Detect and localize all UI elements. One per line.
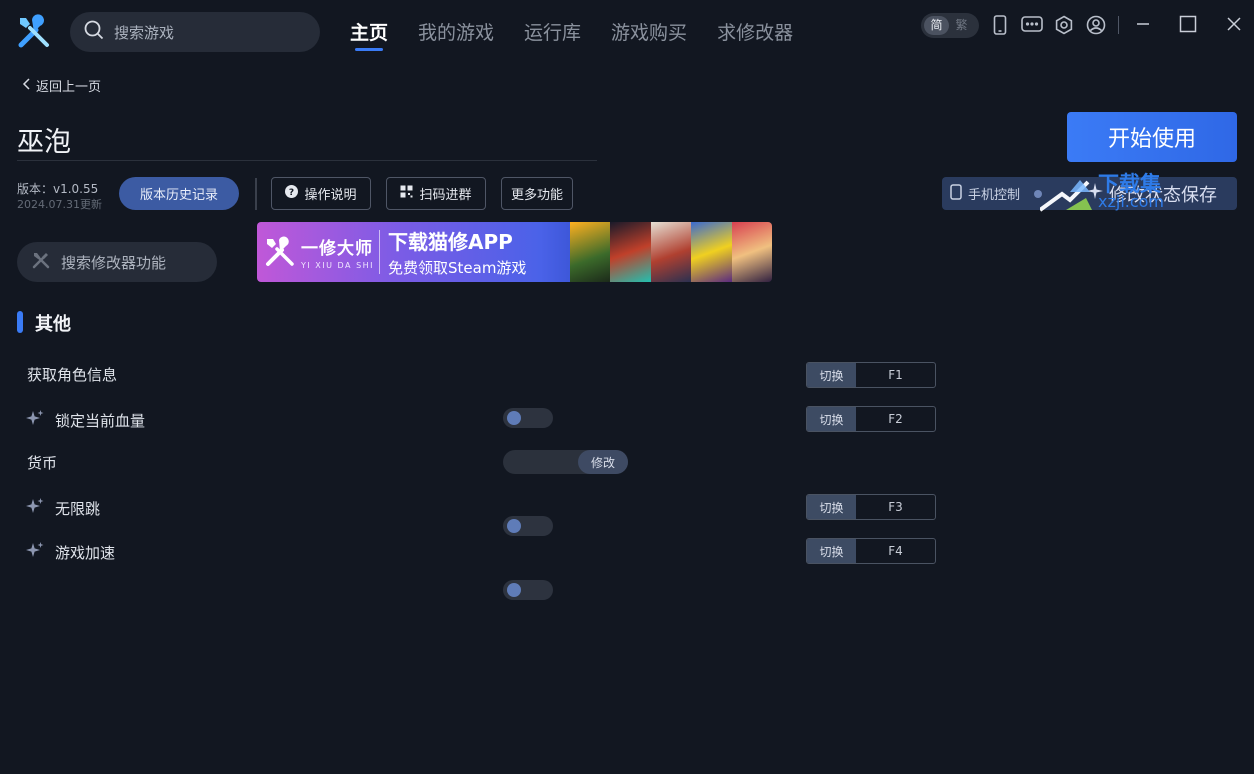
promo-banner[interactable]: 一修大师 YI XIU DA SHI 下载猫修APP 免费领取Steam游戏 xyxy=(257,222,772,282)
hotkey-key[interactable]: F4 xyxy=(856,539,935,563)
settings-icon[interactable] xyxy=(1053,14,1075,36)
feature-search-input[interactable]: 搜索修改器功能 xyxy=(17,242,217,282)
banner-brand-pinyin: YI XIU DA SHI xyxy=(301,261,375,270)
version-history-button[interactable]: 版本历史记录 xyxy=(119,177,239,210)
main-nav: 主页 我的游戏 运行库 游戏购买 求修改器 xyxy=(350,18,793,51)
chat-icon[interactable] xyxy=(1021,14,1043,36)
feature-label: 货币 xyxy=(27,454,58,472)
feature-label: 游戏加速 xyxy=(55,543,116,562)
maximize-icon[interactable] xyxy=(1176,12,1200,36)
feature-toggle[interactable] xyxy=(503,516,553,536)
version-label: 版本：v1.0.55 xyxy=(17,182,99,196)
back-label: 返回上一页 xyxy=(36,80,102,95)
nav-request-trainer[interactable]: 求修改器 xyxy=(717,18,793,45)
hotkey-control[interactable]: 切换 F2 xyxy=(806,406,936,432)
hotkey-action[interactable]: 切换 xyxy=(807,363,856,387)
section-marker xyxy=(17,311,23,333)
hotkey-control[interactable]: 切换 F3 xyxy=(806,494,936,520)
phone-icon[interactable] xyxy=(989,14,1011,36)
banner-brand-cn: 一修大师 xyxy=(301,239,373,259)
hotkey-key[interactable]: F2 xyxy=(856,407,935,431)
language-toggle[interactable]: 简 繁 xyxy=(921,13,979,38)
hotkey-control[interactable]: 切换 F4 xyxy=(806,538,936,564)
qr-group-button[interactable]: 扫码进群 xyxy=(386,177,486,210)
qr-code-icon xyxy=(400,185,413,202)
banner-text: 下载猫修APP 免费领取Steam游戏 xyxy=(380,226,570,278)
feature-label: 无限跳 xyxy=(55,499,101,518)
feature-toggle[interactable] xyxy=(503,408,553,428)
tools-icon xyxy=(31,250,51,274)
sparkle-icon xyxy=(25,408,45,432)
start-button[interactable]: 开始使用 xyxy=(1067,112,1237,162)
close-icon[interactable] xyxy=(1222,12,1246,36)
banner-subline: 免费领取Steam游戏 xyxy=(388,259,527,277)
search-icon xyxy=(84,20,104,44)
hotkey-action[interactable]: 切换 xyxy=(807,539,856,563)
feature-row-label: 获取角色信息 xyxy=(27,364,117,385)
hotkey-action[interactable]: 切换 xyxy=(807,495,856,519)
game-title: 巫泡 xyxy=(17,127,71,158)
game-search-input[interactable]: 搜索游戏 xyxy=(70,12,320,52)
sparkle-icon xyxy=(25,496,45,520)
nav-runtime[interactable]: 运行库 xyxy=(524,18,581,45)
guide-label: 操作说明 xyxy=(304,188,357,203)
version-date: 2024.07.31更新 xyxy=(17,198,102,211)
hotkey-key[interactable]: F3 xyxy=(856,495,935,519)
feature-toggle[interactable] xyxy=(503,580,553,600)
title-divider xyxy=(17,160,597,161)
banner-logo: 一修大师 YI XIU DA SHI xyxy=(257,222,379,282)
site-watermark: 下载集 xzji.com xyxy=(1038,168,1190,214)
watermark-url: xzji.com xyxy=(1098,192,1165,211)
section-title: 其他 xyxy=(35,314,71,335)
sparkle-icon xyxy=(25,540,45,564)
nav-game-store[interactable]: 游戏购买 xyxy=(611,18,687,45)
modify-button[interactable]: 修改 xyxy=(578,450,628,474)
feature-row-label: 游戏加速 xyxy=(25,540,115,564)
minimize-icon[interactable] xyxy=(1131,12,1155,36)
chevron-left-icon xyxy=(22,77,32,94)
feature-row-label: 锁定当前血量 xyxy=(25,408,145,432)
app-logo-icon xyxy=(16,14,52,50)
button-separator xyxy=(255,178,257,210)
help-icon: ? xyxy=(285,185,299,202)
guide-button[interactable]: ? 操作说明 xyxy=(271,177,371,210)
banner-tools-icon xyxy=(266,236,294,266)
lang-traditional[interactable]: 繁 xyxy=(949,16,974,35)
feature-label: 获取角色信息 xyxy=(27,366,118,384)
phone-control-label: 手机控制 xyxy=(968,188,1021,203)
search-placeholder: 搜索游戏 xyxy=(114,23,175,42)
user-icon[interactable] xyxy=(1085,14,1107,36)
qr-group-label: 扫码进群 xyxy=(419,188,472,203)
hotkey-control[interactable]: 切换 F1 xyxy=(806,362,936,388)
mobile-icon xyxy=(950,183,962,204)
banner-headline: 下载猫修APP xyxy=(388,230,513,254)
hotkey-action[interactable]: 切换 xyxy=(807,407,856,431)
more-features-button[interactable]: 更多功能 xyxy=(501,177,573,210)
feature-row-label: 无限跳 xyxy=(25,496,100,520)
toolbar-divider xyxy=(1118,16,1119,34)
nav-my-games[interactable]: 我的游戏 xyxy=(418,18,494,45)
feature-row-label: 货币 xyxy=(27,452,57,473)
nav-home[interactable]: 主页 xyxy=(350,18,388,51)
feature-search-placeholder: 搜索修改器功能 xyxy=(61,253,167,272)
back-link[interactable]: 返回上一页 xyxy=(22,76,101,95)
feature-label: 锁定当前血量 xyxy=(55,411,146,430)
hotkey-key[interactable]: F1 xyxy=(856,363,935,387)
phone-control-button[interactable]: 手机控制 xyxy=(942,177,1052,210)
lang-simplified[interactable]: 简 xyxy=(924,16,949,35)
svg-text:?: ? xyxy=(289,188,294,198)
banner-game-art xyxy=(570,222,772,282)
